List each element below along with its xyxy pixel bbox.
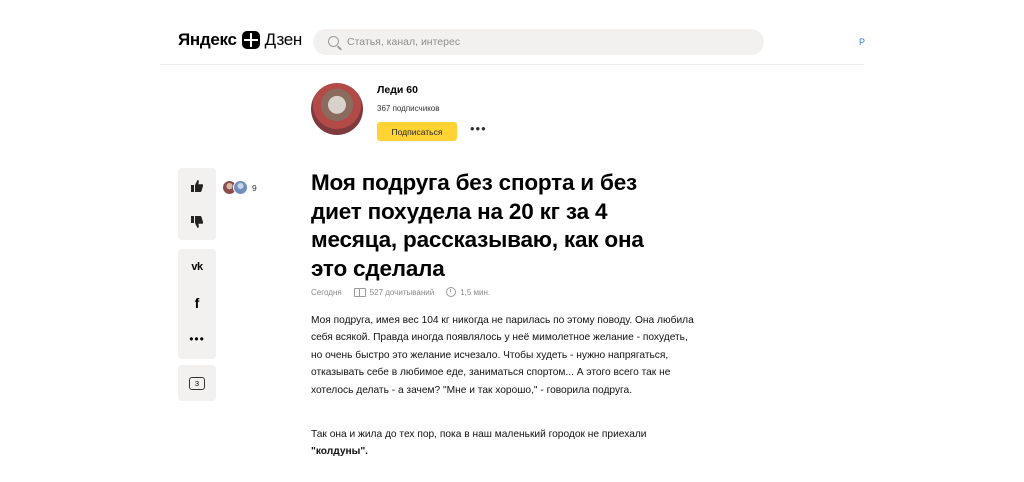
paragraph-text: Так она и жила до тех пор, пока в наш ма… — [311, 429, 647, 440]
subscriber-count: 367 подписчиков — [377, 104, 440, 113]
liker-avatar — [233, 180, 248, 195]
article-title: Моя подруга без спорта и без диет похуде… — [311, 170, 644, 281]
search-bar[interactable] — [313, 29, 764, 55]
dislike-button[interactable] — [178, 204, 216, 240]
logo-word-zen: Дзен — [264, 30, 303, 49]
channel-avatar[interactable] — [311, 83, 363, 135]
likers-preview[interactable]: 9 — [222, 180, 257, 195]
comments-button[interactable]: 3 — [178, 365, 216, 401]
search-icon — [328, 36, 339, 47]
vk-icon: vk — [191, 261, 203, 273]
thumbs-up-icon — [191, 180, 204, 192]
reads-info: 527 дочитываний — [353, 287, 435, 297]
share-vk-button[interactable]: vk — [178, 249, 216, 285]
read-time: 1,5 мин. — [460, 287, 491, 297]
like-button[interactable] — [178, 168, 216, 204]
top-header: Яндекс Дзен — [160, 0, 864, 65]
subscribe-button[interactable]: Подписаться — [377, 122, 457, 141]
yandex-zen-logo[interactable]: Яндекс Дзен — [178, 30, 302, 50]
like-count: 9 — [252, 182, 257, 193]
clock-icon — [446, 287, 457, 297]
more-dots-icon: ••• — [189, 332, 205, 346]
share-facebook-button[interactable]: f — [178, 285, 216, 321]
channel-name[interactable]: Леди 60 — [377, 84, 418, 96]
facebook-icon: f — [194, 295, 200, 311]
reads-count: 527 дочитываний — [369, 287, 435, 297]
search-input[interactable] — [347, 29, 747, 55]
share-more-button[interactable]: ••• — [178, 321, 216, 357]
reaction-panel — [178, 168, 216, 240]
article-paragraph: Моя подруга, имея вес 104 кг никогда не … — [311, 315, 694, 396]
logo-word-yandex: Яндекс — [178, 30, 237, 49]
channel-more-button[interactable]: ••• — [470, 122, 487, 135]
login-link[interactable]: Р — [859, 37, 865, 47]
comment-icon: 3 — [189, 376, 205, 390]
read-time-info: 1,5 мин. — [446, 287, 490, 297]
book-icon — [353, 287, 366, 297]
publish-date: Сегодня — [311, 287, 342, 297]
zen-star-icon — [241, 31, 260, 49]
share-panel: vk f ••• — [178, 249, 216, 359]
thumbs-down-icon — [191, 216, 204, 228]
article-paragraph: Так она и жила до тех пор, пока в наш ма… — [311, 426, 701, 461]
paragraph-bold-text: "колдуны". — [311, 446, 369, 458]
article-meta: Сегодня 527 дочитываний 1,5 мин. — [311, 287, 502, 297]
